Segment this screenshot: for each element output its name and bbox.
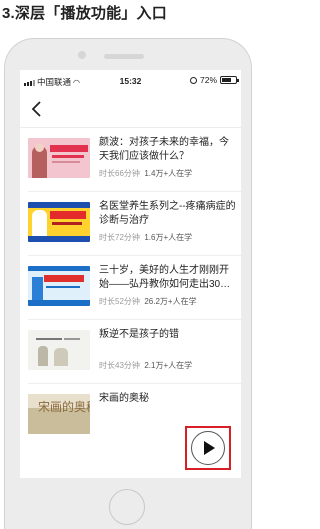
divider	[28, 319, 241, 320]
course-duration: 时长66分钟	[99, 169, 140, 178]
course-duration: 时长43分钟	[99, 361, 140, 370]
course-thumbnail	[28, 138, 90, 178]
course-meta: 时长52分钟 26.2万+人在学	[99, 296, 197, 307]
course-learners: 1.6万+人在学	[144, 233, 193, 242]
list-item[interactable]: 三十岁，美好的人生才刚刚开始——弘丹教你如何走出30… 时长52分钟 26.2万…	[20, 260, 241, 320]
course-meta: 时长72分钟 1.6万+人在学	[99, 232, 192, 243]
course-title: 叛逆不是孩子的错	[99, 329, 179, 340]
course-duration: 时长72分钟	[99, 233, 140, 242]
course-meta: 时长43分钟 2.1万+人在学	[99, 360, 192, 371]
list-item[interactable]: 颜波：对孩子未来的幸福，今天我们应该做什么？ 时长66分钟 1.4万+人在学	[20, 132, 241, 192]
course-duration: 时长52分钟	[99, 297, 140, 306]
thumbnail-text: 宋画的奥秘	[38, 400, 90, 414]
play-button[interactable]	[191, 431, 225, 465]
course-learners: 2.1万+人在学	[144, 361, 193, 370]
divider	[28, 191, 241, 192]
course-thumbnail: 宋画的奥秘	[28, 394, 90, 434]
course-title: 三十岁，美好的人生才刚刚开始——弘丹教你如何走出30…	[99, 265, 231, 290]
divider	[28, 255, 241, 256]
course-title: 名医堂养生系列之--疼痛病症的诊断与治疗	[99, 201, 236, 226]
course-title: 宋画的奥秘	[99, 393, 149, 404]
chevron-left-icon[interactable]	[28, 99, 46, 119]
phone-speaker	[104, 54, 144, 59]
list-item[interactable]: 名医堂养生系列之--疼痛病症的诊断与治疗 时长72分钟 1.6万+人在学	[20, 196, 241, 256]
status-bar: 中国联通 ◠ 15:32 72%	[20, 70, 241, 92]
course-learners: 1.4万+人在学	[144, 169, 193, 178]
course-meta: 时长66分钟 1.4万+人在学	[99, 168, 192, 179]
page-heading: 3.深层「播放功能」入口	[2, 5, 167, 22]
status-right: 72%	[189, 75, 239, 85]
rotation-lock-icon	[189, 76, 197, 84]
battery-percent: 72%	[199, 75, 217, 85]
course-thumbnail	[28, 330, 90, 370]
battery-icon	[220, 76, 239, 84]
play-highlight-box	[185, 426, 231, 470]
phone-screen: 中国联通 ◠ 15:32 72% 颜波：对孩子未来的幸福，今天我们应该做什么？	[20, 70, 241, 478]
play-icon	[204, 441, 215, 455]
course-learners: 26.2万+人在学	[144, 297, 197, 306]
divider	[28, 383, 241, 384]
course-thumbnail	[28, 266, 90, 306]
nav-bar	[20, 92, 241, 128]
front-camera	[78, 51, 86, 59]
course-title: 颜波：对孩子未来的幸福，今天我们应该做什么？	[99, 137, 229, 162]
home-button[interactable]	[109, 489, 145, 525]
course-thumbnail	[28, 202, 90, 242]
list-item[interactable]: 叛逆不是孩子的错 时长43分钟 2.1万+人在学	[20, 324, 241, 384]
